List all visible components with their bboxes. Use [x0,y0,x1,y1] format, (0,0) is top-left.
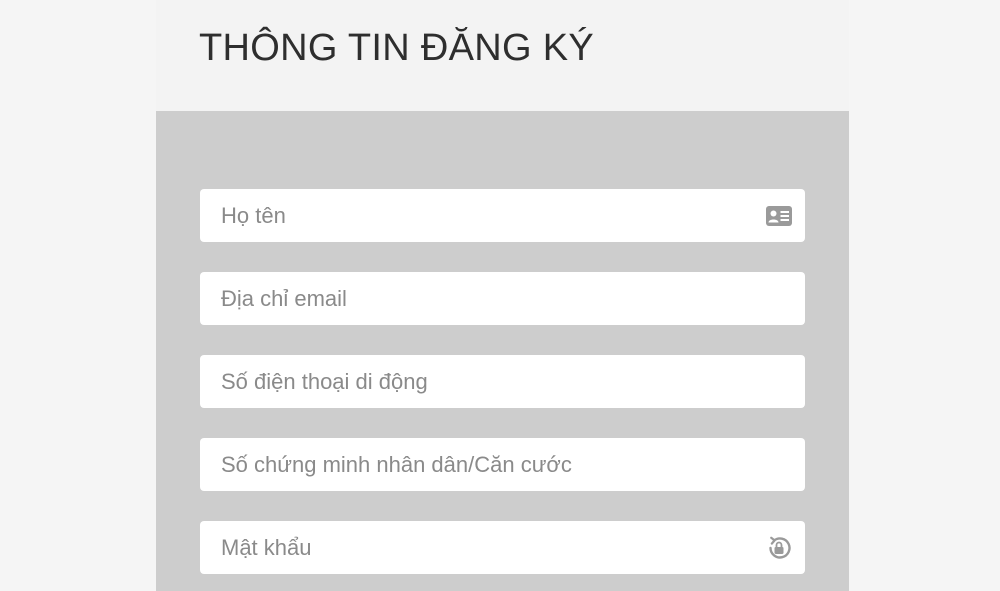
password-input[interactable] [200,521,805,574]
email-input[interactable] [200,272,805,325]
page-title: THÔNG TIN ĐĂNG KÝ [199,27,594,69]
id-number-input[interactable] [200,438,805,491]
full-name-input[interactable] [200,189,805,242]
password-field-container [200,521,805,574]
form-header: THÔNG TIN ĐĂNG KÝ [156,0,849,111]
lock-icon [765,534,793,562]
phone-input[interactable] [200,355,805,408]
full-name-field-container [200,189,805,242]
registration-page: THÔNG TIN ĐĂNG KÝ [0,0,1000,591]
registration-form [156,111,849,591]
id-number-field-container [200,438,805,491]
email-field-container [200,272,805,325]
id-card-icon [765,202,793,230]
registration-panel: THÔNG TIN ĐĂNG KÝ [156,0,849,591]
phone-field-container [200,355,805,408]
